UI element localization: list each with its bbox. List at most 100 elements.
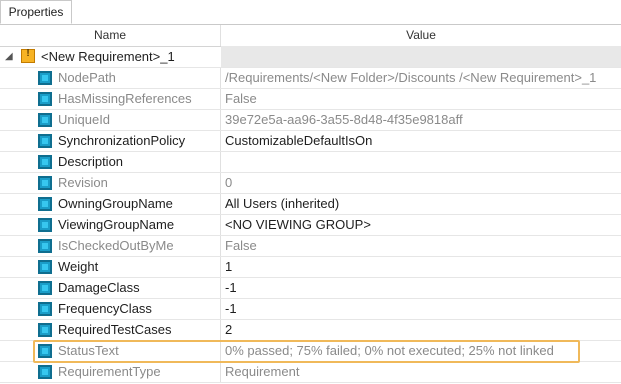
row-gutter xyxy=(0,341,34,361)
property-value: 39e72e5a-aa96-3a55-8d48-4f35e9818aff xyxy=(225,112,463,127)
column-divider xyxy=(220,173,221,193)
property-icon xyxy=(38,218,52,232)
property-row-ischeckedoutbyme[interactable]: IsCheckedOutByMe False xyxy=(0,236,621,257)
column-divider xyxy=(220,131,221,151)
property-value[interactable]: <NO VIEWING GROUP> xyxy=(225,215,617,235)
tab-properties[interactable]: Properties xyxy=(0,0,72,24)
property-row-revision[interactable]: Revision 0 xyxy=(0,173,621,194)
property-value[interactable]: -1 xyxy=(225,299,617,319)
column-divider xyxy=(220,320,221,340)
column-header-name[interactable]: Name xyxy=(0,25,221,46)
column-divider xyxy=(220,341,221,361)
property-row-owninggroupname[interactable]: OwningGroupName All Users (inherited) xyxy=(0,194,621,215)
property-icon xyxy=(38,260,52,274)
row-gutter xyxy=(0,68,34,88)
grid-header: Name Value xyxy=(0,25,621,47)
tab-strip: Properties xyxy=(0,0,621,25)
property-icon xyxy=(38,239,52,253)
property-row-uniqueid[interactable]: UniqueId 39e72e5a-aa96-3a55-8d48-4f35e981… xyxy=(0,110,621,131)
property-row-requirementtype[interactable]: RequirementType Requirement xyxy=(0,362,621,383)
row-gutter xyxy=(0,236,34,256)
property-name: StatusText xyxy=(58,343,119,358)
row-gutter xyxy=(0,215,34,235)
property-name: Weight xyxy=(58,259,99,274)
property-value[interactable]: CustomizableDefaultIsOn xyxy=(225,131,617,151)
column-divider xyxy=(220,68,221,88)
property-name: ViewingGroupName xyxy=(58,217,175,232)
property-icon xyxy=(38,71,52,85)
row-gutter xyxy=(0,362,34,382)
property-row-hasmissingreferences[interactable]: HasMissingReferences False xyxy=(0,89,621,110)
column-header-value[interactable]: Value xyxy=(221,25,621,46)
property-row-description[interactable]: Description xyxy=(0,152,621,173)
property-name: NodePath xyxy=(58,70,116,85)
property-name: FrequencyClass xyxy=(58,301,152,316)
property-name: OwningGroupName xyxy=(58,196,173,211)
row-gutter xyxy=(0,278,34,298)
row-gutter xyxy=(0,299,34,319)
property-name: RequiredTestCases xyxy=(58,322,172,337)
property-row-requiredtestcases[interactable]: RequiredTestCases 2 xyxy=(0,320,621,341)
property-name: SynchronizationPolicy xyxy=(58,133,186,148)
property-icon xyxy=(38,281,52,295)
column-divider xyxy=(220,236,221,256)
property-icon xyxy=(38,365,52,379)
property-name: RequirementType xyxy=(58,364,161,379)
column-divider xyxy=(220,362,221,382)
row-gutter xyxy=(0,89,34,109)
property-icon xyxy=(38,113,52,127)
row-gutter xyxy=(0,152,34,172)
row-gutter xyxy=(0,194,34,214)
root-node-row[interactable]: ◢ ! <New Requirement>_1 xyxy=(0,46,621,68)
row-gutter xyxy=(0,110,34,130)
column-divider xyxy=(220,278,221,298)
property-icon xyxy=(38,92,52,106)
property-value: 0 xyxy=(225,175,233,190)
property-value[interactable]: 2 xyxy=(225,320,617,340)
property-value: False xyxy=(225,91,257,106)
property-grid: ◢ ! <New Requirement>_1 NodePath/Require… xyxy=(0,46,621,383)
column-divider xyxy=(220,299,221,319)
property-name: DamageClass xyxy=(58,280,140,295)
property-row-weight[interactable]: Weight 1 xyxy=(0,257,621,278)
property-value: 0% passed; 75% failed; 0% not executed; … xyxy=(225,343,554,358)
property-name: HasMissingReferences xyxy=(58,91,192,106)
property-row-nodepath[interactable]: NodePath/Requirements/<New Folder>/Disco… xyxy=(0,68,621,89)
row-gutter xyxy=(0,173,34,193)
property-value: False xyxy=(225,238,257,253)
row-gutter xyxy=(0,257,34,277)
property-icon xyxy=(38,323,52,337)
property-value[interactable] xyxy=(225,152,617,172)
property-rows: NodePath/Requirements/<New Folder>/Disco… xyxy=(0,68,621,383)
property-name: Revision xyxy=(58,175,108,190)
property-row-statustext[interactable]: StatusText 0% passed; 75% failed; 0% not … xyxy=(0,341,621,362)
row-gutter xyxy=(0,131,34,151)
column-divider xyxy=(220,152,221,172)
property-icon xyxy=(38,155,52,169)
property-value[interactable]: All Users (inherited) xyxy=(225,194,617,214)
column-divider xyxy=(220,89,221,109)
property-icon xyxy=(38,302,52,316)
property-row-synchronizationpolicy[interactable]: SynchronizationPolicy CustomizableDefault… xyxy=(0,131,621,152)
property-icon xyxy=(38,197,52,211)
root-value-cell xyxy=(221,46,621,67)
property-value: /Requirements/<New Folder>/Discounts /<N… xyxy=(225,70,597,85)
column-divider xyxy=(220,194,221,214)
property-icon xyxy=(38,344,52,358)
property-name: IsCheckedOutByMe xyxy=(58,238,174,253)
property-row-damageclass[interactable]: DamageClass -1 xyxy=(0,278,621,299)
root-node-label: <New Requirement>_1 xyxy=(41,49,175,64)
column-divider xyxy=(220,110,221,130)
property-row-frequencyclass[interactable]: FrequencyClass -1 xyxy=(0,299,621,320)
column-divider xyxy=(220,257,221,277)
property-value[interactable]: -1 xyxy=(225,278,617,298)
property-value: Requirement xyxy=(225,364,300,379)
property-name: UniqueId xyxy=(58,112,111,127)
property-row-viewinggroupname[interactable]: ViewingGroupName <NO VIEWING GROUP> xyxy=(0,215,621,236)
property-value[interactable]: 1 xyxy=(225,257,617,277)
property-icon xyxy=(38,134,52,148)
property-icon xyxy=(38,176,52,190)
collapse-toggle-icon[interactable]: ◢ xyxy=(5,51,13,62)
column-divider xyxy=(220,215,221,235)
warning-icon: ! xyxy=(21,48,35,63)
